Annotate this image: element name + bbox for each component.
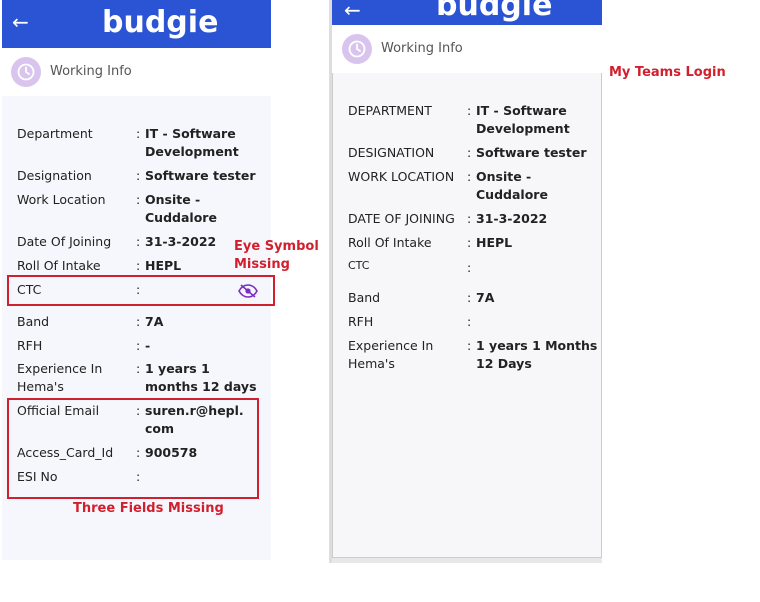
- field-label: RFH: [17, 338, 43, 353]
- budgie-logo: budgie: [102, 5, 219, 40]
- field-value: IT - Software Development: [145, 126, 239, 159]
- field-label: Band: [348, 290, 381, 305]
- section-header: Working Info: [2, 48, 271, 96]
- arrow-left-icon[interactable]: ←: [344, 0, 361, 20]
- ctc-highlight-box: [7, 275, 275, 306]
- bottom-strip: [332, 558, 602, 563]
- section-title: Working Info: [381, 41, 463, 56]
- field-label: RFH: [348, 314, 374, 329]
- field-value: HEPL: [476, 235, 513, 250]
- field-value: 7A: [476, 290, 495, 305]
- app-header: ← budgie: [332, 0, 602, 25]
- field-value: 7A: [145, 314, 164, 329]
- field-value: Onsite - Cuddalore: [145, 192, 217, 225]
- field-value: Software tester: [476, 145, 587, 160]
- right-app-screen: ← budgie Working Info DEPARTMENT: IT - S…: [329, 0, 604, 563]
- clock-icon: [11, 57, 41, 87]
- arrow-left-icon[interactable]: ←: [12, 12, 29, 32]
- field-value: Software tester: [145, 168, 256, 183]
- field-value: Onsite - Cuddalore: [476, 169, 548, 202]
- field-label: CTC: [348, 259, 370, 272]
- field-label: Department: [17, 126, 93, 141]
- field-label: DATE OF JOINING: [348, 211, 455, 226]
- field-label: Roll Of Intake: [348, 235, 432, 250]
- field-label: Work Location: [17, 192, 106, 207]
- missing-fields-highlight-box: [7, 398, 259, 499]
- field-label: Experience In Hema's: [17, 361, 103, 394]
- field-value: 1 years 1 Months 12 Days: [476, 338, 598, 371]
- budgie-logo: budgie: [436, 0, 553, 23]
- field-label: Band: [17, 314, 50, 329]
- section-title: Working Info: [50, 64, 132, 79]
- field-label: Experience In Hema's: [348, 338, 434, 371]
- clock-icon: [342, 34, 372, 64]
- field-label: Roll Of Intake: [17, 258, 101, 273]
- field-value: IT - Software Development: [476, 103, 570, 136]
- section-header: Working Info: [332, 25, 602, 73]
- field-label: DEPARTMENT: [348, 103, 432, 118]
- field-label: DESIGNATION: [348, 145, 435, 160]
- field-label: WORK LOCATION: [348, 169, 455, 184]
- teams-login-annotation: My Teams Login: [609, 65, 726, 80]
- three-fields-annotation: Three Fields Missing: [73, 501, 224, 516]
- field-value: -: [145, 338, 151, 353]
- eye-missing-annotation: Eye Symbol Missing: [234, 239, 319, 272]
- field-label: Designation: [17, 168, 92, 183]
- field-value: 31-3-2022: [476, 211, 548, 226]
- field-label: Date Of Joining: [17, 234, 112, 249]
- field-value: 1 years 1 months 12 days: [145, 361, 257, 394]
- app-header: ← budgie: [2, 0, 271, 48]
